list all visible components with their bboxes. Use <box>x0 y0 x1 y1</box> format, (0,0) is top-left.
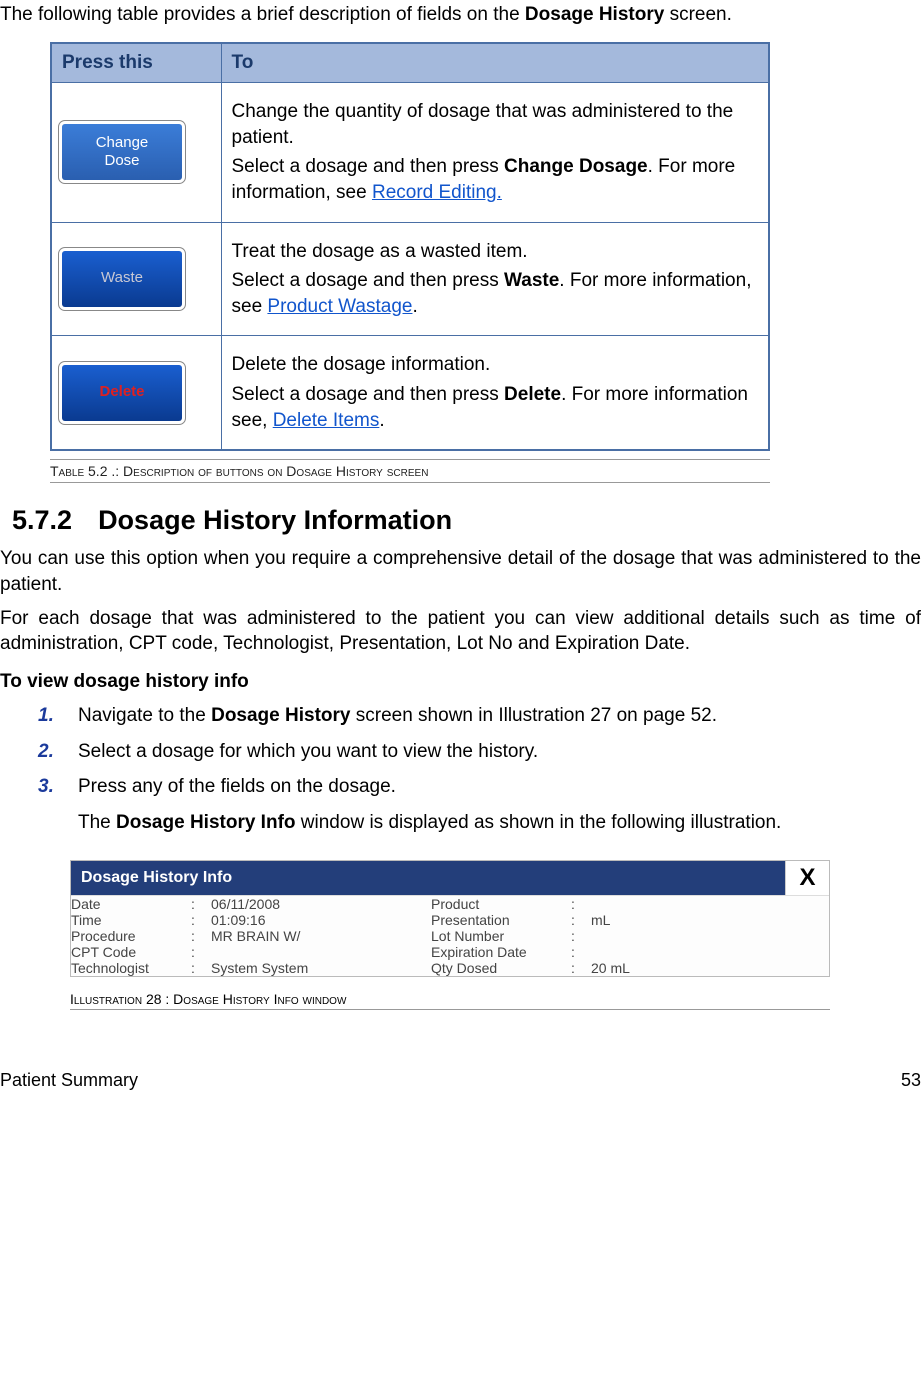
th-to: To <box>221 43 769 83</box>
field-value: 20 mL <box>591 960 829 976</box>
field-label: Procedure <box>71 928 191 944</box>
cross-ref-link[interactable]: Delete Items <box>273 410 380 431</box>
desc-line-2: Select a dosage and then press Waste. Fo… <box>232 268 759 319</box>
table-row: Waste Treat the dosage as a wasted item. S… <box>51 222 769 336</box>
step-extra: The Dosage History Info window is displa… <box>78 810 921 836</box>
table-caption-text: Table 5.2 .: Description of buttons on D… <box>50 461 770 481</box>
footer-page-number: 53 <box>901 1070 921 1091</box>
field-value <box>591 928 829 944</box>
field-value: mL <box>591 912 829 928</box>
step-number: 1. <box>38 703 54 729</box>
illus-title: Dosage History Info <box>71 861 785 895</box>
field-label: Qty Dosed <box>431 960 571 976</box>
intro-pre: The following table provides a brief des… <box>0 4 525 25</box>
section-heading: 5.7.2 Dosage History Information <box>12 505 921 536</box>
colon: : <box>191 944 211 960</box>
colon: : <box>571 960 591 976</box>
step-number: 3. <box>38 774 54 800</box>
colon: : <box>191 960 211 976</box>
illus-caption-text: Illustration 28 : Dosage History Info wi… <box>70 989 830 1010</box>
footer-left: Patient Summary <box>0 1070 138 1091</box>
bold-term: Delete <box>504 384 561 405</box>
colon: : <box>571 912 591 928</box>
desc-line-2: Select a dosage and then press Delete. F… <box>232 382 759 433</box>
table-row: Delete Delete the dosage information. Sele… <box>51 336 769 450</box>
waste-button[interactable]: Waste <box>62 251 182 307</box>
desc-line-1: Delete the dosage information. <box>232 352 759 378</box>
table-caption: Table 5.2 .: Description of buttons on D… <box>50 459 770 483</box>
field-label: Presentation <box>431 912 571 928</box>
steps-list: 1.Navigate to the Dosage History screen … <box>38 703 921 836</box>
button-cell: Waste <box>51 222 221 336</box>
description-cell: Delete the dosage information. Select a d… <box>221 336 769 450</box>
field-label: Lot Number <box>431 928 571 944</box>
desc-line-2: Select a dosage and then press Change Do… <box>232 154 759 205</box>
illus-caption: Illustration 28 : Dosage History Info wi… <box>70 989 830 1010</box>
colon: : <box>571 928 591 944</box>
field-value <box>211 944 431 960</box>
colon: : <box>571 896 591 912</box>
buttons-table: Press this To ChangeDose Change the quant… <box>50 42 770 451</box>
colon: : <box>191 896 211 912</box>
th-press-this: Press this <box>51 43 221 83</box>
intro-paragraph: The following table provides a brief des… <box>0 4 921 26</box>
step-item: 2.Select a dosage for which you want to … <box>38 739 921 765</box>
cross-ref-link[interactable]: Record Editing. <box>372 182 502 203</box>
intro-bold: Dosage History <box>525 4 664 25</box>
description-cell: Treat the dosage as a wasted item. Select… <box>221 222 769 336</box>
page-footer: Patient Summary 53 <box>0 1070 921 1091</box>
field-value <box>591 896 829 912</box>
desc-line-1: Treat the dosage as a wasted item. <box>232 239 759 265</box>
colon: : <box>191 928 211 944</box>
field-label: Product <box>431 896 571 912</box>
field-label: CPT Code <box>71 944 191 960</box>
field-value: System System <box>211 960 431 976</box>
bold-term: Waste <box>504 270 559 291</box>
table-row: ChangeDose Change the quantity of dosage … <box>51 83 769 223</box>
step-item: 1.Navigate to the Dosage History screen … <box>38 703 921 729</box>
bold-term: Dosage History Info <box>116 812 295 833</box>
field-label: Expiration Date <box>431 944 571 960</box>
intro-post: screen. <box>664 4 732 25</box>
button-cell: ChangeDose <box>51 83 221 223</box>
close-icon[interactable]: X <box>785 861 829 895</box>
field-value <box>591 944 829 960</box>
field-value: MR BRAIN W/ <box>211 928 431 944</box>
field-label: Technologist <box>71 960 191 976</box>
section-number: 5.7.2 <box>12 505 72 535</box>
button-cell: Delete <box>51 336 221 450</box>
para-1: You can use this option when you require… <box>0 546 921 597</box>
bold-term: Change Dosage <box>504 156 648 177</box>
para-2: For each dosage that was administered to… <box>0 606 921 657</box>
subhead: To view dosage history info <box>0 671 921 693</box>
change-dose-button[interactable]: ChangeDose <box>62 124 182 180</box>
cross-ref-link[interactable]: Product Wastage <box>267 296 412 317</box>
desc-line-1: Change the quantity of dosage that was a… <box>232 99 759 150</box>
dosage-history-info-window: Dosage History Info X Date:06/11/2008Pro… <box>70 860 830 977</box>
step-number: 2. <box>38 739 54 765</box>
section-title: Dosage History Information <box>98 505 452 535</box>
description-cell: Change the quantity of dosage that was a… <box>221 83 769 223</box>
field-value: 06/11/2008 <box>211 896 431 912</box>
field-label: Time <box>71 912 191 928</box>
bold-term: Dosage History <box>211 705 350 726</box>
colon: : <box>191 912 211 928</box>
field-value: 01:09:16 <box>211 912 431 928</box>
field-label: Date <box>71 896 191 912</box>
delete-button[interactable]: Delete <box>62 365 182 421</box>
colon: : <box>571 944 591 960</box>
illus-header: Dosage History Info X <box>71 861 829 895</box>
step-item: 3.Press any of the fields on the dosage.… <box>38 774 921 835</box>
